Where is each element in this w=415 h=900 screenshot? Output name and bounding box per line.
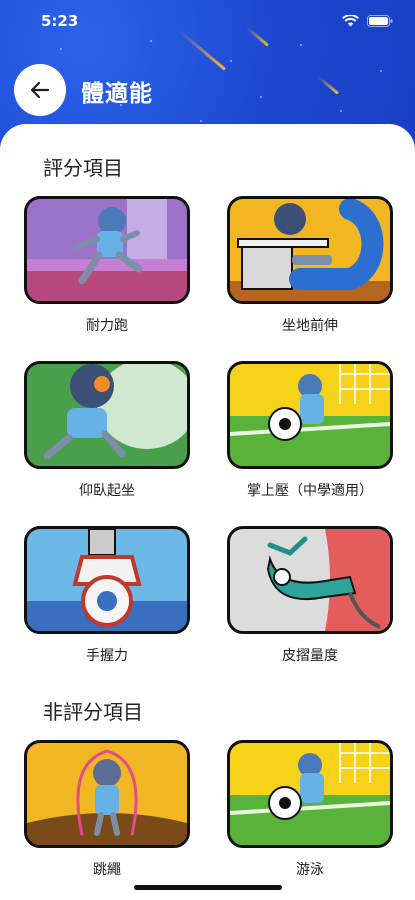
item-card-jump-rope[interactable]: 跳繩 (24, 740, 190, 879)
item-label: 仰臥起坐 (79, 483, 135, 499)
item-label: 坐地前伸 (282, 318, 338, 334)
soccer-illustration (227, 361, 393, 469)
item-card-endurance-run[interactable]: 耐力跑 (24, 196, 190, 335)
item-label: 手握力 (86, 648, 128, 664)
hand-grip-illustration (24, 526, 190, 634)
page-title: 體適能 (81, 81, 153, 107)
section-title-non-scored: 非評分項目 (43, 700, 143, 724)
item-card-swimming[interactable]: 游泳 (227, 740, 393, 879)
back-arrow-icon (30, 81, 50, 99)
header-background: 5:23 體適能 (0, 0, 415, 140)
soccer-illustration (227, 740, 393, 848)
running-illustration (24, 196, 190, 304)
status-time: 5:23 (41, 12, 79, 30)
item-label: 游泳 (296, 862, 324, 878)
back-button[interactable] (14, 64, 66, 116)
meteor-decoration (317, 75, 339, 95)
section-title-scored: 評分項目 (43, 156, 123, 180)
sit-up-illustration (24, 361, 190, 469)
item-label: 掌上壓（中學適用） (247, 483, 373, 499)
item-label: 耐力跑 (86, 318, 128, 334)
item-card-skinfold[interactable]: 皮摺量度 (227, 526, 393, 665)
meteor-decoration (178, 29, 226, 71)
item-label: 跳繩 (93, 862, 121, 878)
item-card-sit-up[interactable]: 仰臥起坐 (24, 361, 190, 500)
jump-rope-illustration (24, 740, 190, 848)
item-label: 皮摺量度 (282, 648, 338, 664)
wifi-icon (342, 15, 359, 27)
item-card-sit-and-reach[interactable]: 坐地前伸 (227, 196, 393, 335)
skinfold-caliper-illustration (227, 526, 393, 634)
item-card-push-up[interactable]: 掌上壓（中學適用） (227, 361, 393, 500)
battery-icon (367, 15, 393, 27)
content-panel: 評分項目 耐力跑 坐地前伸 仰臥起坐 掌上壓（中學適用） 手握力 皮摺量度 非評… (0, 124, 415, 900)
status-bar: 5:23 (0, 12, 415, 34)
sit-and-reach-illustration (227, 196, 393, 304)
home-indicator[interactable] (134, 885, 282, 890)
item-card-hand-grip[interactable]: 手握力 (24, 526, 190, 665)
